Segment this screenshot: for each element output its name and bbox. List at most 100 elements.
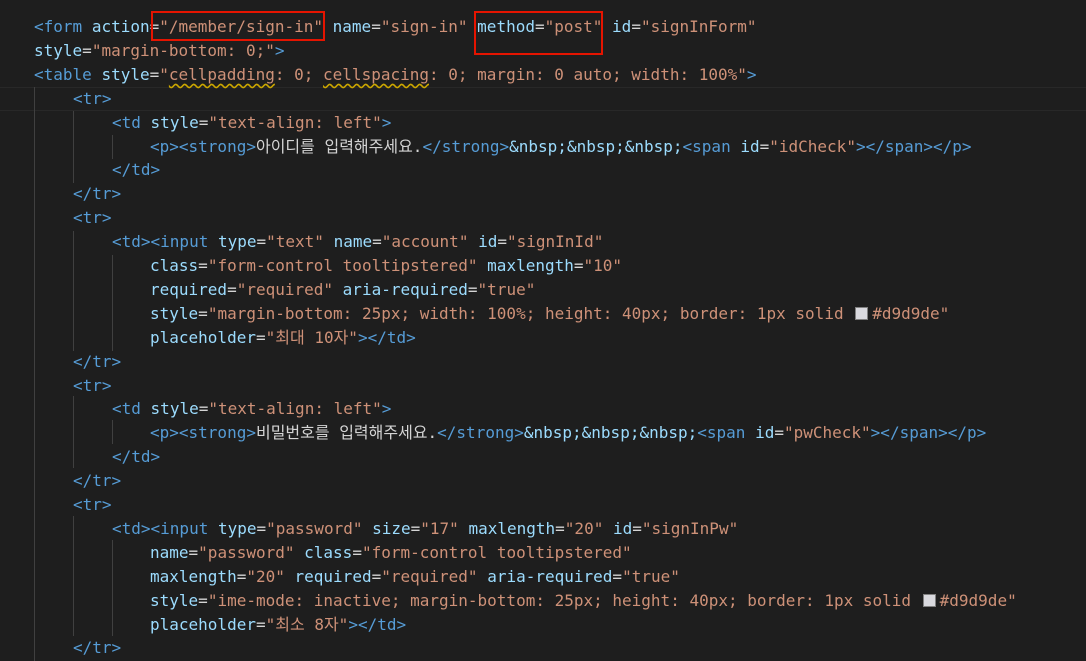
code-line[interactable]: <form action="/member/sign-in" name="sig… [34,15,757,39]
indent-guide-9 [112,540,113,636]
code-line[interactable]: <td style="text-align: left"> [112,397,391,421]
code-token-attr: id [740,136,760,156]
code-token-text: = [256,518,267,538]
code-token-text: = [774,423,784,443]
code-token-str: #d9d9de" [872,303,950,323]
code-line[interactable]: </tr> [73,636,121,660]
color-swatch-icon[interactable] [855,306,869,320]
code-token-attr: size [372,518,411,538]
code-token-attr: name [332,17,372,36]
code-token-attr: maxlength [150,566,237,586]
code-line[interactable]: placeholder="최대 10자"></td> [150,326,416,350]
code-token-attr: action [91,17,150,36]
color-swatch-icon[interactable] [922,593,936,607]
code-token-str: "20" [564,518,604,538]
code-token-tag: <tr> [73,88,112,108]
code-token-warning: cellspacing [323,64,429,84]
code-token-text: = [236,566,247,586]
code-token-attr: id [755,423,775,443]
code-line[interactable]: <td><input type="password" size="17" max… [112,517,738,541]
code-token-str: "true" [622,566,680,586]
code-line[interactable]: maxlength="20" required="required" aria-… [150,565,680,589]
code-line[interactable]: <p><strong>비밀번호를 입력해주세요.</strong>&nbsp;&… [150,421,986,445]
code-editor[interactable]: <form action="/member/sign-in" name="sig… [0,0,1086,661]
code-line[interactable]: class="form-control tooltipstered" maxle… [150,254,622,278]
code-line[interactable]: <td><input type="text" name="account" id… [112,230,603,254]
code-line[interactable]: name="password" class="form-control tool… [150,541,632,565]
code-token-tag: <p><strong> [150,423,256,443]
code-line[interactable]: <tr> [73,493,112,517]
code-line[interactable]: required="required" aria-required="true" [150,278,535,302]
code-line[interactable]: placeholder="최소 8자"></td> [150,613,406,637]
code-token-tag: <tr> [73,375,112,395]
code-token-str: "10" [583,256,623,275]
code-token-tag: ></span></p> [855,136,972,156]
code-token-attr: id [612,518,633,538]
code-line[interactable]: </tr> [73,350,121,374]
code-token-attr: type [217,518,257,538]
code-token-str: "text-align: left" [208,399,382,419]
code-line[interactable]: <tr> [73,87,112,111]
code-line[interactable]: <table style="cellpadding: 0; cellspacin… [34,63,757,87]
code-token-text: = [352,542,362,562]
code-token-attr: style [150,590,199,610]
code-token-tag: <span [682,136,731,156]
code-token-tag: > [274,40,285,60]
code-token-str: " [159,64,169,84]
code-token-text: = [555,518,565,538]
code-line[interactable]: <tr> [73,206,112,230]
code-token-attr: style [34,40,83,60]
code-token-tag: <tr> [73,495,112,514]
code-token-str: "margin-bottom: 0;" [91,40,275,60]
code-token-text: = [198,303,208,323]
code-token-str: : 0; margin: 0 auto; width: 100%" [429,64,747,84]
code-token-str: "password" [198,542,295,562]
code-line[interactable]: <tr> [73,374,112,398]
code-token-str: "최소 8자" [265,614,349,634]
code-line[interactable]: style="margin-bottom: 0;"> [34,39,284,63]
code-token-text: 비밀번호를 입력해주세요. [255,423,438,443]
code-line[interactable]: </tr> [73,182,121,206]
code-token-str: : 0; [274,64,324,84]
code-token-tag: <span [697,423,746,443]
code-line[interactable]: </td> [112,445,160,469]
code-token-attr: class [304,542,353,562]
code-line[interactable]: style="ime-mode: inactive; margin-bottom… [150,589,1017,613]
code-token-text: = [632,518,642,538]
code-token-str: "form-control tooltipstered" [207,256,478,275]
code-token-str: "required" [236,279,334,299]
code-token-ent: &nbsp;&nbsp;&nbsp; [523,423,698,443]
code-line[interactable]: </td> [112,158,160,182]
code-line[interactable]: style="margin-bottom: 25px; width: 100%;… [150,302,949,326]
code-token-attr: required [150,279,228,299]
code-token-text: = [612,566,623,586]
code-token-tag: <p><strong> [150,136,256,156]
code-token-tag: </tr> [73,638,122,658]
code-token-tag: > [381,112,392,132]
indent-guide-7 [112,420,113,444]
code-token-str: "17" [420,518,459,538]
indent-guide-6 [73,396,74,468]
code-token-str: "text" [266,232,324,252]
code-line[interactable]: <p><strong>아이디를 입력해주세요.</strong>&nbsp;&n… [150,135,972,159]
code-token-tag: </strong> [422,136,510,156]
code-token-tag: > [746,64,757,84]
code-token-text: = [631,17,641,36]
code-token-tag: ></span></p> [870,423,987,443]
code-token-text: = [255,327,266,347]
code-token-str: "signInForm" [640,17,757,36]
code-token-tag: </strong> [437,423,524,443]
code-token-attr: name [150,542,189,562]
code-token-tag: ></td> [348,614,407,634]
code-token-text: = [227,279,237,299]
code-line[interactable]: </tr> [73,469,121,493]
code-line[interactable]: <td style="text-align: left"> [112,111,391,135]
